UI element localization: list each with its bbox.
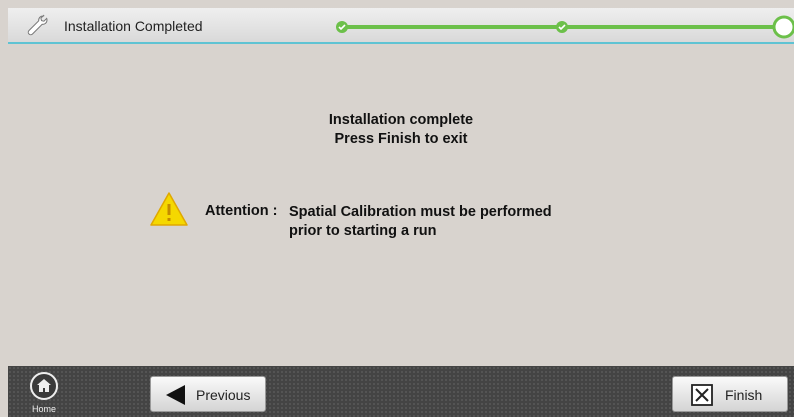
attention-message-line1: Spatial Calibration must be performed: [289, 204, 552, 220]
page-title: Installation Completed: [64, 18, 203, 34]
main-content: Installation complete Press Finish to ex…: [8, 46, 794, 366]
bottom-toolbar: Home Previous Finish: [8, 366, 794, 417]
completion-message: Installation complete: [328, 112, 474, 128]
finish-button[interactable]: Finish: [672, 376, 788, 412]
previous-button[interactable]: Previous: [150, 376, 266, 412]
progress-step-3-current-icon: [772, 15, 794, 39]
close-box-icon: [691, 384, 713, 406]
finish-button-label: Finish: [725, 387, 763, 403]
attention-message: Spatial Calibration must be performed pr…: [289, 203, 649, 241]
progress-step-1-check-icon: [336, 21, 348, 33]
previous-button-label: Previous: [196, 387, 251, 403]
home-button[interactable]: Home: [26, 372, 66, 417]
progress-indicator: [336, 15, 794, 39]
warning-triangle-icon: [150, 192, 188, 226]
attention-message-line2: prior to starting a run: [289, 223, 437, 239]
home-label: Home: [31, 404, 56, 414]
arrow-left-icon: [166, 385, 185, 405]
finish-instruction: Press Finish to exit: [334, 131, 468, 147]
progress-step-2-check-icon: [556, 21, 568, 33]
wrench-icon: [27, 14, 48, 36]
attention-label: Attention :: [205, 203, 278, 219]
home-icon: [30, 372, 58, 400]
title-bar: Installation Completed: [8, 8, 794, 44]
